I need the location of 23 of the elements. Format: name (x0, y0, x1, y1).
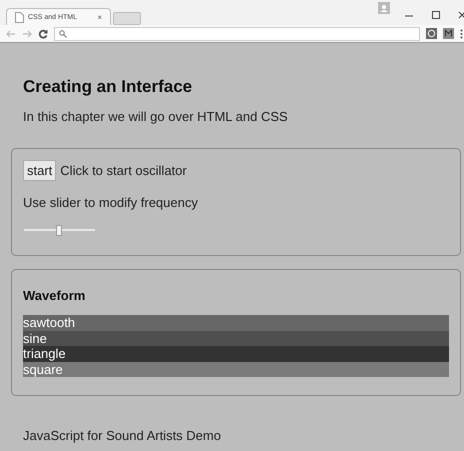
close-icon[interactable] (458, 10, 464, 20)
waveform-option[interactable]: square (23, 362, 449, 377)
page-title: Creating an Interface (23, 77, 194, 97)
page-icon (15, 12, 24, 22)
waveform-option[interactable]: sine (23, 330, 449, 346)
slider-label: Use slider to modify frequency (23, 195, 199, 210)
reload-icon[interactable] (38, 28, 48, 38)
search-icon (59, 30, 67, 38)
menu-icon[interactable] (460, 28, 463, 38)
extension-icon[interactable] (426, 28, 437, 39)
start-hint: Click to start oscillator (60, 163, 187, 178)
footer-text: JavaScript for Sound Artists Demo (23, 428, 222, 443)
maximize-icon[interactable] (431, 10, 441, 20)
extension-icon[interactable] (443, 28, 454, 39)
waveform-option[interactable]: triangle (23, 346, 449, 362)
intro-text: In this chapter we will go over HTML and CSS (23, 109, 289, 124)
frequency-slider[interactable] (24, 225, 95, 236)
start-button[interactable]: start (23, 160, 56, 181)
waveform-option[interactable]: sawtooth (23, 315, 449, 330)
waveform-heading: Waveform (23, 288, 86, 303)
tab-close-button[interactable]: × (97, 12, 102, 22)
slider-thumb[interactable] (56, 225, 62, 236)
address-field[interactable] (54, 26, 420, 40)
